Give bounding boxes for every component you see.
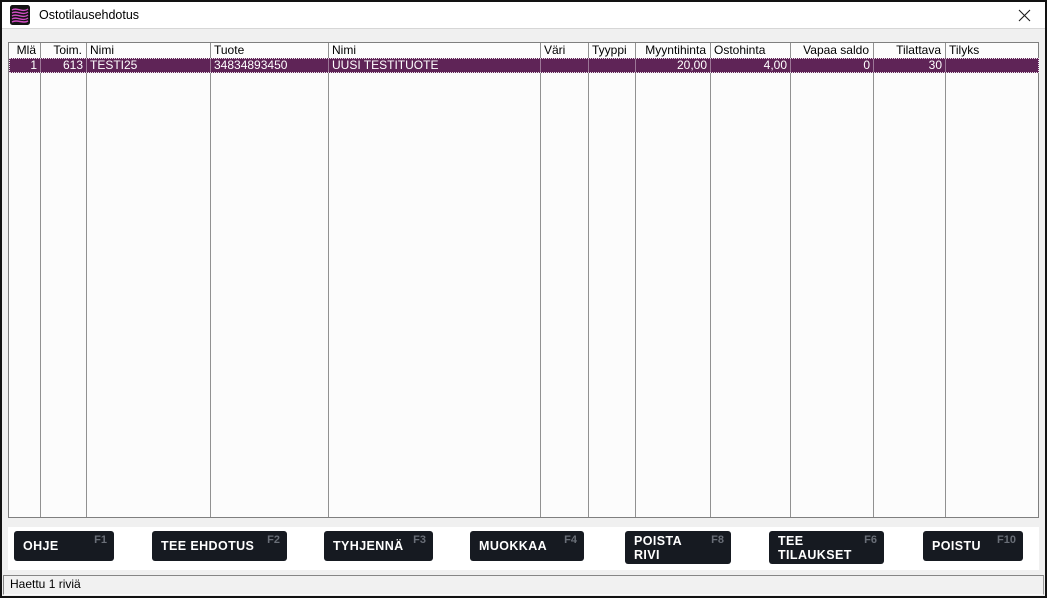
column-gridline [588, 43, 589, 517]
poista-rivi-button[interactable]: POISTA RIVI F8 [625, 531, 731, 564]
table-cell: 613 [41, 59, 87, 72]
status-text: Haettu 1 riviä [10, 577, 81, 591]
button-label: POISTU [932, 539, 981, 553]
close-icon [1018, 9, 1031, 22]
table-header-row: MläToim.NimiTuoteNimiVäriTyyppiMyyntihin… [9, 43, 1037, 58]
button-label: POISTA RIVI [634, 534, 682, 562]
fkey-label: F3 [413, 534, 426, 546]
titlebar: Ostotilausehdotus [2, 2, 1045, 29]
tee-ehdotus-button[interactable]: TEE EHDOTUS F2 [152, 531, 287, 561]
column-header[interactable]: Tilyks [945, 43, 1037, 58]
status-bar: Haettu 1 riviä [3, 575, 1044, 595]
table-cell [541, 59, 589, 72]
column-header[interactable]: Nimi [328, 43, 540, 58]
app-logo-icon [10, 5, 30, 25]
column-gridline [710, 43, 711, 517]
column-gridline [790, 43, 791, 517]
ohje-button[interactable]: OHJE F1 [14, 531, 114, 561]
close-button[interactable] [1008, 2, 1040, 29]
table-cell: 4,00 [711, 59, 791, 72]
fkey-label: F2 [267, 534, 280, 546]
column-gridline [540, 43, 541, 517]
table-cell: 1 [10, 59, 41, 72]
column-header[interactable]: Mlä [9, 43, 40, 58]
table-cell: 34834893450 [211, 59, 329, 72]
column-gridline [40, 43, 41, 517]
column-gridline [210, 43, 211, 517]
column-gridline [635, 43, 636, 517]
fkey-label: F1 [94, 534, 107, 546]
button-label: TYHJENNÄ [333, 539, 404, 553]
column-header[interactable]: Tyyppi [588, 43, 635, 58]
table-cell: TESTI25 [87, 59, 211, 72]
column-header[interactable]: Tilattava [873, 43, 945, 58]
column-header[interactable]: Myyntihinta [635, 43, 710, 58]
button-label: TEE EHDOTUS [161, 539, 254, 553]
column-header[interactable]: Tuote [210, 43, 328, 58]
table-cell: 30 [874, 59, 946, 72]
poistu-button[interactable]: POISTU F10 [923, 531, 1023, 561]
column-header[interactable]: Ostohinta [710, 43, 790, 58]
table-cell [589, 59, 636, 72]
tee-tilaukset-button[interactable]: TEE TILAUKSET F6 [769, 531, 884, 564]
app-window: Ostotilausehdotus MläToim.NimiTuoteNimiV… [0, 0, 1047, 598]
fkey-label: F10 [997, 534, 1016, 546]
column-gridline [945, 43, 946, 517]
tyhjenna-button[interactable]: TYHJENNÄ F3 [324, 531, 433, 561]
table-cell: 20,00 [636, 59, 711, 72]
column-header[interactable]: Vapaa saldo [790, 43, 873, 58]
column-gridline [86, 43, 87, 517]
muokkaa-button[interactable]: MUOKKAA F4 [470, 531, 584, 561]
results-table: MläToim.NimiTuoteNimiVäriTyyppiMyyntihin… [8, 42, 1039, 518]
function-button-bar: OHJE F1 TEE EHDOTUS F2 TYHJENNÄ F3 MUOKKAA F4 PO… [8, 527, 1039, 570]
fkey-label: F6 [864, 534, 877, 546]
fkey-label: F8 [711, 534, 724, 546]
button-label: MUOKKAA [479, 539, 547, 553]
window-title: Ostotilausehdotus [39, 8, 139, 22]
fkey-label: F4 [564, 534, 577, 546]
column-gridline [873, 43, 874, 517]
table-cell: 0 [791, 59, 874, 72]
column-header[interactable]: Toim. [40, 43, 86, 58]
table-row[interactable]: 1613TESTI2534834893450UUSI TESTITUOTE 20,… [9, 58, 1039, 73]
table-cell: UUSI TESTITUOTE [329, 59, 541, 72]
button-label: TEE TILAUKSET [778, 534, 852, 562]
button-label: OHJE [23, 539, 59, 553]
column-header[interactable]: Nimi [86, 43, 210, 58]
column-header[interactable]: Väri [540, 43, 588, 58]
column-gridline [328, 43, 329, 517]
table-cell [946, 59, 1038, 72]
